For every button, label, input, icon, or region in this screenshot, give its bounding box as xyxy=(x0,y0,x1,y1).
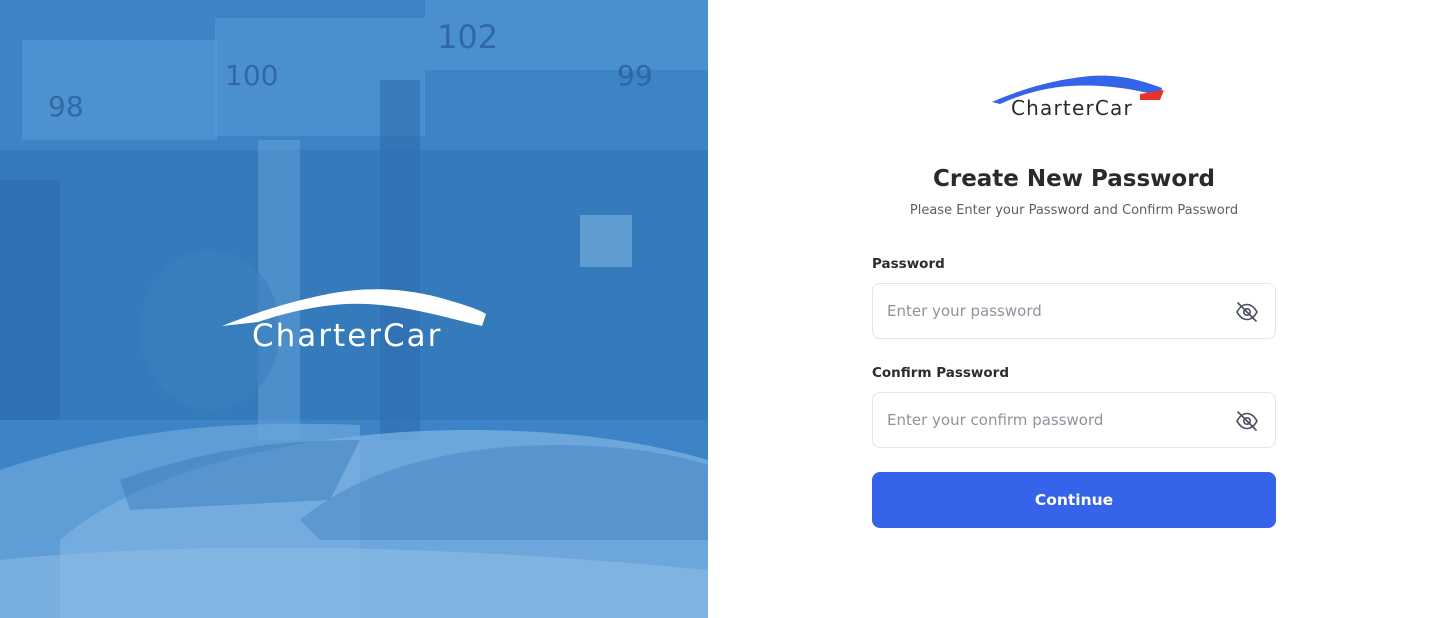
eye-off-icon[interactable] xyxy=(1235,300,1259,324)
password-field[interactable] xyxy=(872,283,1276,339)
svg-text:99: 99 xyxy=(617,59,653,92)
password-label: Password xyxy=(872,256,945,272)
password-input[interactable] xyxy=(887,284,1227,338)
confirm-password-field[interactable] xyxy=(872,392,1276,448)
page-title: Create New Password xyxy=(932,166,1216,192)
hero-panel: 98 100 102 99 CharterCar xyxy=(0,0,708,618)
continue-button[interactable]: Continue xyxy=(872,472,1276,528)
confirm-password-label: Confirm Password xyxy=(872,365,1010,381)
hero-brand-name: CharterCar xyxy=(252,318,443,354)
brand-name: CharterCar xyxy=(1011,96,1133,120)
svg-text:102: 102 xyxy=(437,18,498,56)
svg-text:98: 98 xyxy=(48,90,84,123)
svg-text:100: 100 xyxy=(225,59,278,92)
page-subtitle: Please Enter your Password and Confirm P… xyxy=(909,203,1239,218)
form-panel: CharterCar Create New Password Please En… xyxy=(708,0,1440,618)
eye-off-icon[interactable] xyxy=(1235,409,1259,433)
confirm-password-input[interactable] xyxy=(887,393,1227,447)
